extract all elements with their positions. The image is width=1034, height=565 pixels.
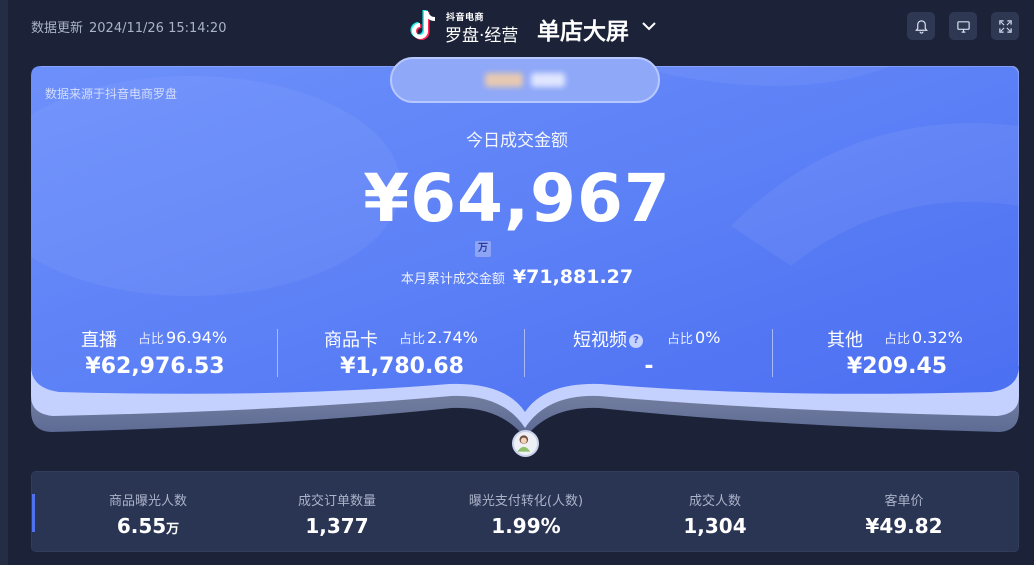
- metric-label: 曝光支付转化(人数): [468, 494, 584, 509]
- share-value: 2.74%: [427, 328, 478, 347]
- share-label: 占比: [138, 332, 165, 347]
- channel-share: 占比 0.32%: [884, 328, 963, 347]
- metrics-accent-bar: [32, 494, 35, 532]
- update-label: 数据更新: [31, 21, 84, 36]
- avatar[interactable]: [512, 430, 539, 457]
- help-icon[interactable]: ?: [629, 334, 643, 348]
- compass-logo: 抖音电商 罗盘·经营: [409, 8, 527, 46]
- channel-value: -: [644, 354, 654, 379]
- channel-divider: [277, 329, 278, 377]
- share-label: 占比: [667, 332, 694, 347]
- channel-value: ¥209.45: [846, 354, 948, 379]
- shop-selector[interactable]: [390, 57, 660, 103]
- channel-live: 直播 占比 96.94% ¥62,976.53: [32, 324, 278, 384]
- channel-divider: [524, 329, 525, 377]
- metric-label: 成交人数: [688, 494, 741, 509]
- metric-avg-order-value: 客单价 ¥49.82: [809, 490, 999, 538]
- display-mode-button[interactable]: [949, 12, 977, 40]
- metric-number: 6.55: [116, 514, 167, 538]
- share-label: 占比: [399, 332, 426, 347]
- logo-title: 罗盘·经营: [445, 26, 519, 46]
- screen-title[interactable]: 单店大屏: [537, 12, 629, 46]
- share-value: 0%: [695, 328, 721, 347]
- channel-name-text: 短视频: [573, 330, 627, 351]
- metric-value: ¥49.82: [865, 514, 943, 538]
- channel-name: 其他: [827, 330, 863, 351]
- notification-button[interactable]: [907, 12, 935, 40]
- channel-share: 占比 96.94%: [138, 328, 227, 347]
- month-sales-value: ¥71,881.27: [512, 266, 634, 288]
- monitor-icon: [956, 20, 970, 33]
- fullscreen-icon: [998, 19, 1012, 33]
- channel-share: 占比 2.74%: [399, 328, 478, 347]
- metric-value: 1,304: [683, 514, 747, 538]
- metric-value: 1.99%: [491, 514, 561, 538]
- chevron-down-icon[interactable]: [640, 17, 658, 35]
- fullscreen-button[interactable]: [991, 12, 1019, 40]
- shop-name-blurred: [531, 73, 565, 87]
- channel-product-card: 商品卡 占比 2.74% ¥1,780.68: [279, 324, 525, 384]
- channel-divider: [772, 329, 773, 377]
- channel-name: 商品卡: [324, 330, 378, 351]
- metric-order-count: 成交订单数量 1,377: [242, 490, 432, 538]
- share-value: 0.32%: [912, 328, 963, 347]
- metric-value: 6.55万: [53, 514, 243, 538]
- bell-icon: [914, 19, 928, 34]
- metric-buyer-count: 成交人数 1,304: [620, 490, 810, 538]
- metric-label: 成交订单数量: [297, 494, 376, 509]
- douyin-logo-icon: [410, 10, 436, 40]
- avatar-figure: [517, 435, 531, 452]
- today-sales-label: 今日成交金额: [466, 131, 568, 151]
- share-label: 占比: [884, 332, 911, 347]
- channel-value: ¥1,780.68: [340, 354, 464, 379]
- channel-share: 占比 0%: [667, 328, 720, 347]
- metric-unit: 万: [166, 522, 180, 537]
- unit-badge: 万: [475, 241, 491, 257]
- metrics-bar: 商品曝光人数 6.55万 成交订单数量 1,377 曝光支付转化(人数) 1.9…: [31, 471, 1019, 552]
- channel-name: 直播: [81, 330, 117, 351]
- metric-label: 商品曝光人数: [108, 494, 187, 509]
- month-sales-row: 本月累计成交金额 ¥71,881.27: [0, 266, 1034, 288]
- data-source-note: 数据来源于抖音电商罗盘: [45, 87, 178, 101]
- metric-conversion-rate: 曝光支付转化(人数) 1.99%: [431, 490, 621, 538]
- channel-other: 其他 占比 0.32% ¥209.45: [774, 324, 1020, 384]
- channel-short-video: 短视频? 占比 0% -: [526, 324, 772, 384]
- channel-value: ¥62,976.53: [85, 354, 225, 379]
- update-time-value: 2024/11/26 15:14:20: [89, 21, 227, 36]
- metric-value: 1,377: [305, 514, 369, 538]
- month-sales-label: 本月累计成交金额: [400, 272, 505, 287]
- channel-name: 短视频?: [573, 326, 643, 352]
- today-sales-value: ¥64,967: [363, 160, 671, 237]
- share-value: 96.94%: [166, 328, 228, 347]
- update-timestamp: 数据更新 2024/11/26 15:14:20: [31, 17, 232, 36]
- metric-exposure-users: 商品曝光人数 6.55万: [53, 490, 243, 538]
- metric-label: 客单价: [884, 494, 924, 509]
- shop-avatar-blurred: [485, 73, 523, 87]
